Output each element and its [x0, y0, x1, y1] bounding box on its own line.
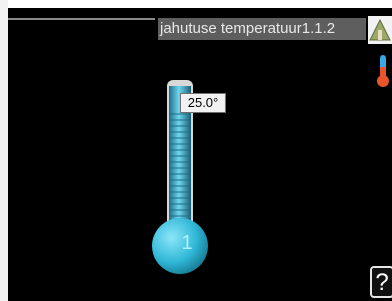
home-tree-icon[interactable] — [368, 16, 392, 44]
temperature-setpoint[interactable]: 25.0° — [180, 93, 226, 113]
thermometer-icon — [377, 55, 389, 87]
header-divider — [8, 18, 155, 20]
screen-bezel — [0, 0, 8, 301]
display-screen: jahutuse temperatuur1.1.2 1 25.0° ? — [8, 8, 392, 301]
help-button[interactable]: ? — [370, 266, 392, 298]
page-title: jahutuse temperatuur1.1.2 — [160, 20, 336, 37]
bulb-label: 1 — [181, 232, 193, 254]
